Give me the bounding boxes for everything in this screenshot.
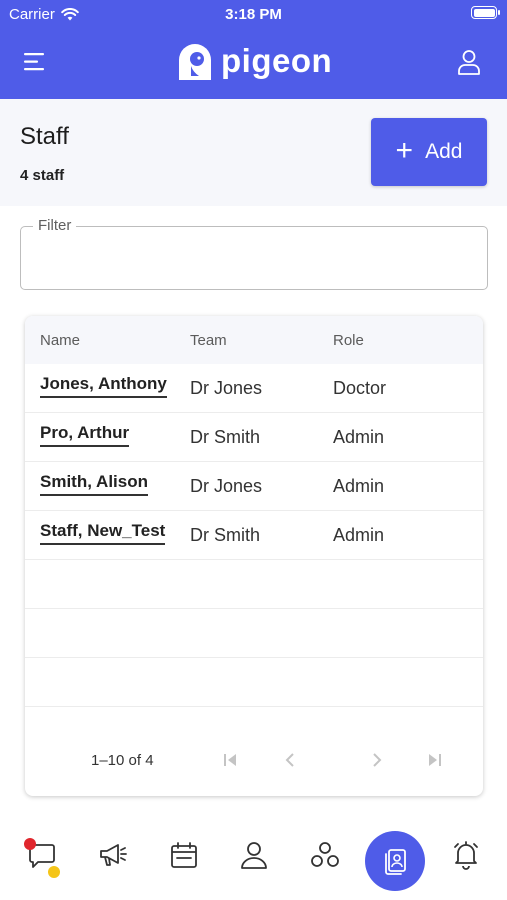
filter-field[interactable]: Filter xyxy=(20,217,488,290)
megaphone-icon xyxy=(100,844,127,866)
unread-badge-icon xyxy=(24,838,36,850)
pagination: 1–10 of 4 xyxy=(25,736,483,786)
first-page-icon[interactable] xyxy=(218,748,242,772)
staff-role: Admin xyxy=(333,525,385,545)
nav-profile[interactable] xyxy=(239,840,269,870)
table-row[interactable]: Staff, New_Test Dr Smith Admin xyxy=(25,511,483,560)
table-row[interactable]: Smith, Alison Dr Jones Admin xyxy=(25,462,483,511)
pigeon-logo-icon xyxy=(179,44,211,80)
staff-role: Admin xyxy=(333,427,385,447)
table-row[interactable]: Pro, Arthur Dr Smith Admin xyxy=(25,413,483,462)
staff-team: Dr Jones xyxy=(190,476,263,496)
nav-announcements[interactable] xyxy=(98,840,128,870)
staff-team: Dr Jones xyxy=(190,378,263,398)
table-header: Name Team Role xyxy=(25,316,483,364)
filter-label: Filter xyxy=(33,217,77,234)
staff-team: Dr Smith xyxy=(190,525,261,545)
staff-name-link[interactable]: Smith, Alison xyxy=(40,472,148,496)
empty-row xyxy=(25,609,483,658)
column-header-role[interactable]: Role xyxy=(333,332,364,349)
staff-name-link[interactable]: Jones, Anthony xyxy=(40,374,167,398)
next-page-icon[interactable] xyxy=(365,748,389,772)
page-titlebar: Staff 4 staff + Add xyxy=(0,99,507,206)
add-staff-button[interactable]: + Add xyxy=(371,118,487,186)
nav-notifications[interactable] xyxy=(451,840,481,870)
bell-icon xyxy=(454,841,478,870)
page-title: Staff xyxy=(20,123,69,150)
table-row[interactable]: Jones, Anthony Dr Jones Doctor xyxy=(25,364,483,413)
status-bar: Carrier 3:18 PM xyxy=(0,0,507,28)
staff-name-link[interactable]: Pro, Arthur xyxy=(40,423,130,447)
nav-messages[interactable] xyxy=(24,838,60,878)
bottom-navigation xyxy=(0,820,507,900)
status-time: 3:18 PM xyxy=(225,6,282,23)
nav-calendar[interactable] xyxy=(169,840,199,870)
plus-icon: + xyxy=(395,133,414,167)
app-header: Carrier 3:18 PM pigeon xyxy=(0,0,507,99)
contacts-icon xyxy=(385,849,406,875)
user-icon[interactable] xyxy=(457,49,481,75)
last-page-icon[interactable] xyxy=(423,748,447,772)
previous-page-icon[interactable] xyxy=(278,748,302,772)
network-icon xyxy=(311,842,339,867)
pagination-range: 1–10 of 4 xyxy=(91,752,154,769)
nav-teams[interactable] xyxy=(310,840,340,870)
empty-row xyxy=(25,560,483,609)
empty-row xyxy=(25,658,483,707)
nav-staff[interactable] xyxy=(365,831,425,891)
menu-icon[interactable] xyxy=(22,50,46,74)
status-dot-icon xyxy=(48,866,60,878)
app-logo: pigeon xyxy=(175,42,332,80)
column-header-name[interactable]: Name xyxy=(40,332,80,349)
staff-role: Doctor xyxy=(333,378,387,398)
column-header-team[interactable]: Team xyxy=(190,332,227,349)
staff-team: Dr Smith xyxy=(190,427,261,447)
logo-text: pigeon xyxy=(221,42,333,79)
add-button-label: Add xyxy=(425,140,463,163)
person-icon xyxy=(241,842,267,869)
staff-count: 4 staff xyxy=(20,167,65,184)
staff-name-link[interactable]: Staff, New_Test xyxy=(40,521,166,545)
staff-role: Admin xyxy=(333,476,385,496)
battery-icon xyxy=(471,6,500,19)
staff-table: Name Team Role Jones, Anthony Dr Jones D… xyxy=(25,316,483,796)
filter-input[interactable] xyxy=(33,245,473,273)
calendar-icon xyxy=(171,842,197,868)
